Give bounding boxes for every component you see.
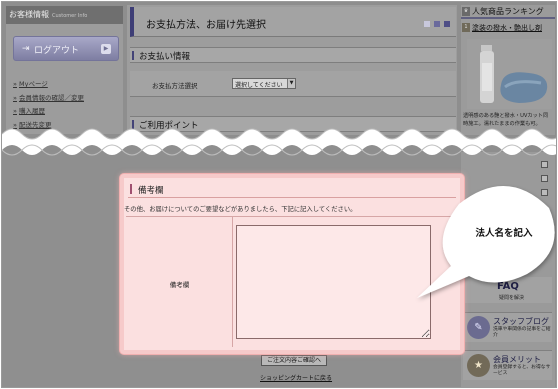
staff-blog-banner[interactable]: ✎ スタッフブログ 洗車や車関係の記事をご紹介 <box>463 312 552 342</box>
product-image[interactable] <box>467 39 552 109</box>
double-chevron-icon: » <box>13 80 17 88</box>
member-merit-sub: 会員登録すると、お得なサービス <box>493 365 551 376</box>
payment-method-row: お支払方法選択 選択してください ▼ <box>130 71 456 97</box>
page-title-bar: お支払方法、お届け先選択 <box>130 7 456 37</box>
arrow-right-icon: ▶ <box>101 44 111 54</box>
decor-square <box>444 21 450 27</box>
payment-method-select[interactable]: 選択してください ▼ <box>232 78 296 89</box>
customer-info-header: お客様情報 Customer Info <box>6 6 123 24</box>
link-purchase-history[interactable]: » 購入履歴 <box>13 105 84 115</box>
remarks-textarea[interactable] <box>236 225 431 339</box>
left-sidebar: お客様情報 Customer Info ⇥ ログアウト ▶ » Myページ » 会員情… <box>6 6 123 134</box>
staff-blog-sub: 洗車や車関係の記事をご紹介 <box>493 327 551 338</box>
page-title: お支払方法、お届け先選択 <box>146 20 266 31</box>
double-chevron-icon: » <box>13 107 17 115</box>
double-chevron-icon: » <box>13 93 17 102</box>
link-member-info[interactable]: » 会員情報の確認／変更 <box>13 92 84 102</box>
link-member-info-label: 会員情報の確認／変更 <box>18 93 84 102</box>
callout-bubble <box>417 185 555 298</box>
staff-blog-label: スタッフブログ <box>493 317 549 326</box>
ranking-item-label: 塗装の撥水・艶出し剤 <box>472 24 542 32</box>
payment-section-title: お支払い情報 <box>139 52 191 62</box>
merit-icon: ★ <box>467 354 490 377</box>
customer-info-title: お客様情報 <box>9 10 49 19</box>
decor-square <box>434 21 440 27</box>
remarks-label-cell: 備考欄 <box>126 217 233 347</box>
payment-method-label: お支払方法選択 <box>152 82 198 90</box>
customer-info-subtitle: Customer Info <box>52 13 88 19</box>
member-merit-banner[interactable]: ★ 会員メリット 会員登録すると、お得なサービス <box>463 350 552 380</box>
payment-section-heading: お支払い情報 <box>130 47 456 63</box>
link-purchase-history-label: 購入履歴 <box>18 107 45 115</box>
right-sidebar: ♛ 人気商品ランキング 1 塗装の撥水・艶出し剤 透明感のある艶と撥水・UVカッ… <box>461 5 555 135</box>
crown-icon: ♛ <box>462 7 470 16</box>
screenshot-frame: お客様情報 Customer Info ⇥ ログアウト ▶ » Myページ » 会員情… <box>1 1 557 388</box>
ranking-header: ♛ 人気商品ランキング <box>461 5 555 19</box>
blog-icon: ✎ <box>467 316 490 339</box>
torn-edge-divider <box>2 128 556 156</box>
link-mypage[interactable]: » Myページ <box>13 78 84 88</box>
ranking-item-link[interactable]: 1 塗装の撥水・艶出し剤 <box>461 23 555 33</box>
decor-square <box>424 21 430 27</box>
rank-1-icon: 1 <box>462 23 470 32</box>
logout-button[interactable]: ⇥ ログアウト ▶ <box>13 36 119 61</box>
logout-icon: ⇥ <box>22 44 30 54</box>
member-merit-label: 会員メリット <box>493 355 541 364</box>
link-mypage-label: Myページ <box>18 80 48 88</box>
chevron-down-icon: ▼ <box>287 79 295 88</box>
checkbox[interactable] <box>541 161 548 168</box>
logout-label: ログアウト <box>34 46 80 56</box>
main-content: お支払方法、お届け先選択 お支払い情報 お支払方法選択 選択してください ▼ ご… <box>127 5 457 135</box>
back-to-cart-link[interactable]: ショッピングカートに戻る <box>260 373 332 382</box>
remarks-field-label: 備考欄 <box>169 281 190 289</box>
confirm-order-button[interactable]: ご注文内容ご確認へ <box>261 355 327 366</box>
ranking-title: 人気商品ランキング <box>472 7 544 16</box>
callout-text: 法人名を記入 <box>475 228 533 239</box>
payment-method-value: 選択してください <box>235 82 283 89</box>
